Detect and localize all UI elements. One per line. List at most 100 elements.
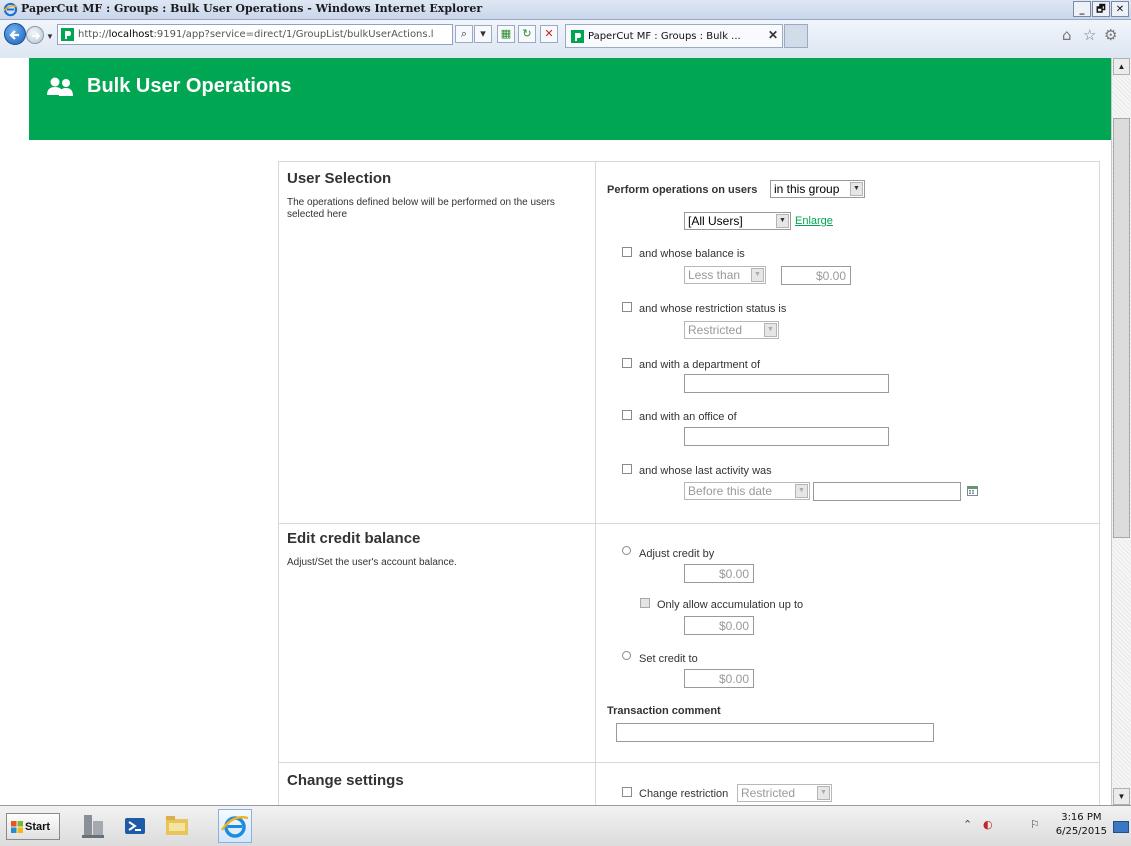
back-arrow-icon [9, 30, 19, 40]
chevron-down-icon: ▼ [776, 214, 789, 228]
papercut-favicon-icon [571, 30, 584, 43]
accumulation-limit-input[interactable]: $0.00 [684, 616, 754, 635]
tools-gear-icon[interactable]: ⚙ [1104, 26, 1117, 44]
user-selection-description: The operations defined below will be per… [287, 197, 555, 220]
restriction-filter-label: and whose restriction status is [639, 303, 787, 315]
address-dropdown-icon[interactable]: ▾ [474, 25, 492, 43]
vertical-scrollbar[interactable]: ▲ ▼ [1111, 58, 1131, 805]
set-credit-label: Set credit to [639, 653, 698, 665]
department-filter-checkbox[interactable] [622, 358, 632, 368]
activity-date-input[interactable] [813, 482, 961, 501]
activity-filter-label: and whose last activity was [639, 465, 772, 477]
balance-filter-checkbox[interactable] [622, 247, 632, 257]
compatibility-view-icon[interactable]: ▦ [497, 25, 515, 43]
show-desktop-button[interactable] [1113, 821, 1129, 833]
balance-value-input[interactable]: $0.00 [781, 266, 851, 285]
users-group-icon [47, 77, 73, 96]
balance-operator-select[interactable]: Less than ▼ [684, 266, 766, 284]
user-filter-select[interactable]: [All Users] ▼ [684, 212, 791, 230]
close-tab-icon[interactable]: ✕ [768, 28, 778, 42]
refresh-icon[interactable]: ↻ [518, 25, 536, 43]
page-viewport: Bulk User Operations User Selection The … [2, 58, 1111, 805]
stop-icon[interactable]: ✕ [540, 25, 558, 43]
change-settings-title: Change settings [287, 772, 404, 789]
chevron-down-icon: ▼ [817, 786, 830, 800]
scroll-up-icon[interactable]: ▲ [1113, 58, 1130, 75]
browser-toolbar: ▼ http://localhost:9191/app?service=dire… [0, 20, 1131, 58]
activity-operator-select[interactable]: Before this date ▼ [684, 482, 810, 500]
user-scope-select[interactable]: in this group ▼ [770, 180, 865, 198]
edit-credit-description: Adjust/Set the user's account balance. [287, 557, 457, 568]
new-tab-button[interactable] [784, 24, 808, 48]
scrollbar-thumb[interactable] [1113, 118, 1130, 538]
clock-time: 3:16 PM [1061, 812, 1102, 823]
chevron-down-icon: ▼ [764, 323, 777, 337]
set-credit-input[interactable]: $0.00 [684, 669, 754, 688]
tab-bulk-user-operations[interactable]: PaperCut MF : Groups : Bulk ... ✕ [565, 24, 783, 48]
start-label: Start [25, 821, 51, 833]
restriction-filter-checkbox[interactable] [622, 302, 632, 312]
enlarge-link[interactable]: Enlarge [795, 215, 833, 227]
chevron-down-icon: ▼ [751, 268, 764, 282]
address-bar[interactable]: http://localhost:9191/app?service=direct… [57, 24, 453, 45]
edit-credit-title: Edit credit balance [287, 530, 421, 547]
windows-flag-icon [11, 821, 23, 833]
chevron-down-icon: ▼ [795, 484, 808, 498]
column-divider [595, 162, 596, 805]
window-title-bar: PaperCut MF : Groups : Bulk User Operati… [0, 0, 1131, 20]
adjust-credit-label: Adjust credit by [639, 548, 715, 560]
balance-filter-label: and whose balance is [639, 248, 745, 260]
server-manager-icon[interactable] [76, 809, 110, 843]
internet-explorer-icon [221, 816, 249, 838]
tab-label: PaperCut MF : Groups : Bulk ... [588, 31, 741, 42]
file-explorer-icon[interactable] [160, 809, 194, 843]
address-url[interactable]: http://localhost:9191/app?service=direct… [78, 29, 434, 40]
clock-date: 6/25/2015 [1055, 826, 1107, 837]
activity-filter-checkbox[interactable] [622, 464, 632, 474]
page-header: Bulk User Operations [29, 58, 1111, 140]
system-clock[interactable]: 3:16 PM 6/25/2015 [1056, 811, 1107, 839]
change-restriction-label: Change restriction [639, 788, 729, 800]
scroll-down-icon[interactable]: ▼ [1113, 788, 1130, 805]
powershell-icon[interactable] [118, 809, 152, 843]
favorites-icon[interactable]: ☆ [1083, 26, 1096, 44]
adjust-credit-radio[interactable] [622, 546, 631, 555]
section-divider [279, 523, 1099, 524]
office-input[interactable] [684, 427, 889, 446]
back-button[interactable] [4, 23, 26, 45]
forward-button[interactable] [26, 26, 44, 44]
section-divider [279, 762, 1099, 763]
start-button[interactable]: Start [6, 813, 60, 840]
transaction-comment-input[interactable] [616, 723, 934, 742]
office-filter-label: and with an office of [639, 411, 737, 423]
calendar-icon[interactable] [967, 485, 978, 496]
papercut-favicon-icon [61, 28, 74, 41]
department-filter-label: and with a department of [639, 359, 761, 371]
adjust-credit-input[interactable]: $0.00 [684, 564, 754, 583]
search-icon[interactable]: ⌕ [455, 25, 473, 43]
maximize-button[interactable]: 🗗 [1092, 1, 1110, 17]
restriction-status-select[interactable]: Restricted ▼ [684, 321, 779, 339]
accumulation-limit-label: Only allow accumulation up to [657, 599, 804, 611]
home-icon[interactable]: ⌂ [1062, 26, 1072, 44]
minimize-button[interactable]: _ [1073, 1, 1091, 17]
history-dropdown-icon[interactable]: ▼ [46, 32, 54, 41]
department-input[interactable] [684, 374, 889, 393]
change-restriction-checkbox[interactable] [622, 787, 632, 797]
transaction-comment-label: Transaction comment [607, 705, 721, 717]
set-credit-radio[interactable] [622, 651, 631, 660]
accumulation-limit-checkbox[interactable] [640, 598, 650, 608]
show-hidden-icons-icon[interactable]: ⌃ [963, 818, 972, 831]
perform-operations-label: Perform operations on users [607, 184, 758, 196]
window-title: PaperCut MF : Groups : Bulk User Operati… [21, 2, 483, 15]
internet-explorer-taskbar-button[interactable] [218, 809, 252, 843]
network-warning-icon[interactable]: ◐ [983, 818, 993, 831]
close-window-button[interactable]: ✕ [1111, 1, 1129, 17]
windows-taskbar: Start ⌃ ◐ ⚐ 3:16 PM 6/25/2015 [0, 805, 1131, 846]
change-restriction-select[interactable]: Restricted ▼ [737, 784, 832, 802]
office-filter-checkbox[interactable] [622, 410, 632, 420]
forward-arrow-icon [32, 32, 41, 40]
bulk-operations-form: User Selection The operations defined be… [278, 161, 1100, 805]
action-center-flag-icon[interactable]: ⚐ [1030, 818, 1040, 831]
internet-explorer-icon [3, 2, 18, 17]
